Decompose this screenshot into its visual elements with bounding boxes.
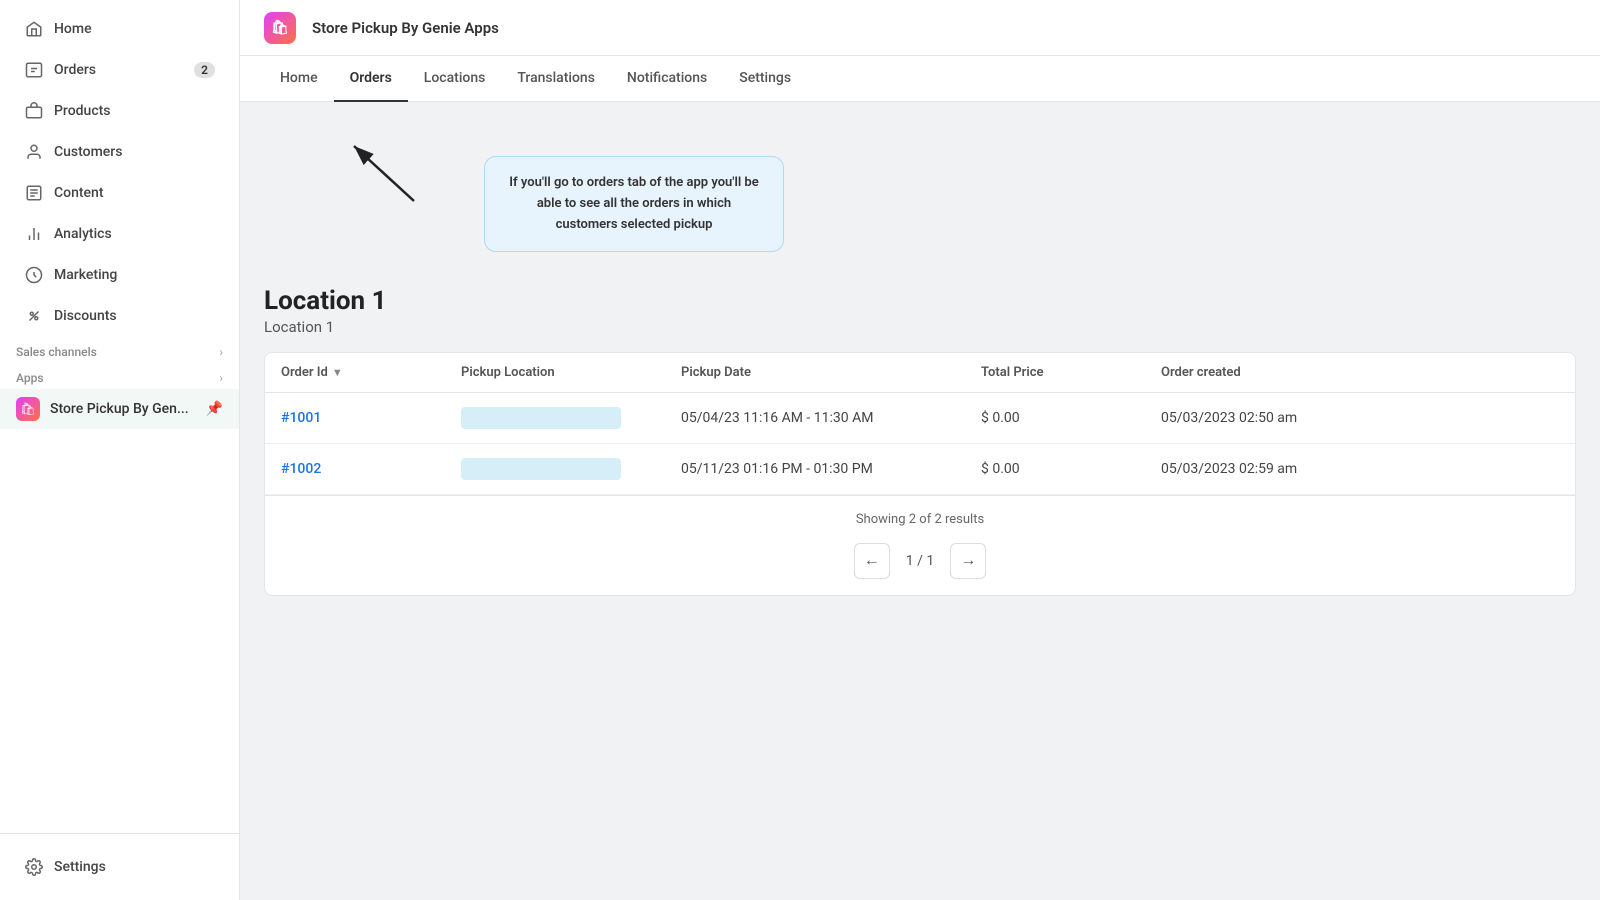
sidebar-item-store-pickup-label: Store Pickup By Gen...	[50, 401, 189, 417]
location-subtitle: Location 1	[264, 318, 1576, 336]
pickup-location-bar	[461, 407, 621, 429]
apps-label: Apps	[16, 371, 44, 385]
sort-icon: ▼	[332, 366, 343, 379]
sidebar-item-customers-label: Customers	[54, 144, 122, 160]
sidebar-item-content-label: Content	[54, 185, 104, 201]
sales-channels-chevron-icon: ›	[219, 345, 223, 359]
table-header: Order Id ▼ Pickup Location Pickup Date T…	[265, 353, 1575, 393]
sidebar-item-products-label: Products	[54, 103, 111, 119]
pin-icon: 📌	[206, 401, 223, 417]
pickup-location-bar-1002	[461, 458, 681, 480]
sidebar-item-discounts[interactable]: Discounts	[8, 296, 231, 336]
arrow-container	[344, 136, 424, 220]
sidebar-item-content[interactable]: Content	[8, 173, 231, 213]
sidebar-item-orders-label: Orders	[54, 62, 96, 78]
th-order-created: Order created	[1161, 365, 1381, 380]
location-title: Location 1	[264, 286, 1576, 316]
sidebar-item-marketing[interactable]: Marketing	[8, 255, 231, 295]
marketing-icon	[24, 265, 44, 285]
app-header: 🛍 Store Pickup By Genie Apps	[240, 0, 1600, 56]
table-footer: Showing 2 of 2 results ← 1 / 1 →	[265, 495, 1575, 595]
sidebar-item-analytics[interactable]: Analytics	[8, 214, 231, 254]
pickup-location-bar	[461, 458, 621, 480]
sidebar-bottom: Settings	[0, 833, 239, 900]
apps-chevron-icon: ›	[219, 371, 223, 385]
page-info: 1 / 1	[898, 553, 942, 569]
table-row: #1001 05/04/23 11:16 AM - 11:30 AM $ 0.0…	[265, 393, 1575, 444]
home-icon	[24, 19, 44, 39]
pickup-date-1001: 05/04/23 11:16 AM - 11:30 AM	[681, 410, 981, 426]
content-area: If you'll go to orders tab of the app yo…	[240, 102, 1600, 900]
sidebar-item-analytics-label: Analytics	[54, 226, 112, 242]
next-page-button[interactable]: →	[950, 543, 986, 579]
th-pickup-date: Pickup Date	[681, 365, 981, 380]
sidebar: Home Orders 2 Products Customers C	[0, 0, 240, 900]
table-row: #1002 05/11/23 01:16 PM - 01:30 PM $ 0.0…	[265, 444, 1575, 495]
sidebar-item-settings[interactable]: Settings	[8, 847, 231, 887]
tab-settings[interactable]: Settings	[723, 56, 807, 102]
tooltip-area: If you'll go to orders tab of the app yo…	[264, 126, 1576, 266]
store-pickup-app-icon: 🛍	[16, 397, 40, 421]
orders-badge: 2	[194, 62, 215, 78]
order-id-1001[interactable]: #1001	[281, 410, 461, 426]
total-price-1001: $ 0.00	[981, 410, 1161, 426]
products-icon	[24, 101, 44, 121]
tooltip-text: If you'll go to orders tab of the app yo…	[509, 175, 758, 232]
analytics-icon	[24, 224, 44, 244]
prev-page-button[interactable]: ←	[854, 543, 890, 579]
sales-channels-label: Sales channels	[16, 345, 97, 359]
results-text: Showing 2 of 2 results	[856, 512, 984, 527]
tab-home[interactable]: Home	[264, 56, 334, 102]
sidebar-item-home[interactable]: Home	[8, 9, 231, 49]
sidebar-nav: Home Orders 2 Products Customers C	[0, 0, 239, 833]
pickup-location-bar-1001	[461, 407, 681, 429]
tab-locations[interactable]: Locations	[408, 56, 502, 102]
app-header-logo: 🛍	[264, 12, 296, 44]
app-header-title: Store Pickup By Genie Apps	[312, 19, 499, 37]
pickup-date-1002: 05/11/23 01:16 PM - 01:30 PM	[681, 461, 981, 477]
total-price-1002: $ 0.00	[981, 461, 1161, 477]
sidebar-item-settings-label: Settings	[54, 859, 106, 875]
pagination: ← 1 / 1 →	[854, 543, 986, 579]
customers-icon	[24, 142, 44, 162]
th-total-price: Total Price	[981, 365, 1161, 380]
sidebar-item-products[interactable]: Products	[8, 91, 231, 131]
sidebar-item-discounts-label: Discounts	[54, 308, 117, 324]
location-header: Location 1 Location 1	[264, 286, 1576, 336]
sidebar-item-customers[interactable]: Customers	[8, 132, 231, 172]
arrow-svg	[344, 136, 424, 216]
th-pickup-location: Pickup Location	[461, 365, 681, 380]
order-created-1002: 05/03/2023 02:59 am	[1161, 461, 1381, 477]
main-content: 🛍 Store Pickup By Genie Apps Home Orders…	[240, 0, 1600, 900]
th-order-id[interactable]: Order Id ▼	[281, 365, 461, 380]
settings-icon	[24, 857, 44, 877]
tab-orders[interactable]: Orders	[334, 56, 408, 102]
order-created-1001: 05/03/2023 02:50 am	[1161, 410, 1381, 426]
discounts-icon	[24, 306, 44, 326]
order-id-1002[interactable]: #1002	[281, 461, 461, 477]
orders-icon	[24, 60, 44, 80]
content-icon	[24, 183, 44, 203]
orders-table: Order Id ▼ Pickup Location Pickup Date T…	[264, 352, 1576, 596]
tooltip-bubble: If you'll go to orders tab of the app yo…	[484, 156, 784, 252]
sidebar-item-marketing-label: Marketing	[54, 267, 117, 283]
sidebar-item-home-label: Home	[54, 21, 92, 37]
nav-tabs: Home Orders Locations Translations Notif…	[240, 56, 1600, 102]
sidebar-item-store-pickup[interactable]: 🛍 Store Pickup By Gen... 📌	[0, 389, 239, 429]
tab-translations[interactable]: Translations	[501, 56, 611, 102]
tab-notifications[interactable]: Notifications	[611, 56, 723, 102]
sales-channels-section[interactable]: Sales channels ›	[0, 337, 239, 363]
sidebar-item-orders[interactable]: Orders 2	[8, 50, 231, 90]
apps-section[interactable]: Apps ›	[0, 363, 239, 389]
